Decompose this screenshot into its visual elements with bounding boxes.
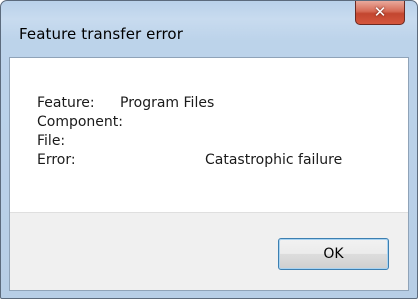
dialog-client-area: Feature: Program Files Component: File: … — [9, 57, 409, 291]
feature-label: Feature: — [37, 95, 95, 111]
error-dialog-window: Feature transfer error ✕ Feature: Progra… — [0, 0, 418, 299]
close-button[interactable]: ✕ — [355, 1, 405, 25]
error-value: Catastrophic failure — [205, 152, 343, 168]
button-bar: OK — [10, 212, 408, 290]
error-label: Error: — [37, 152, 76, 168]
title-bar[interactable]: Feature transfer error ✕ — [1, 1, 417, 57]
ok-button[interactable]: OK — [278, 238, 389, 270]
error-details: Feature: Program Files Component: File: … — [10, 58, 408, 208]
window-title: Feature transfer error — [19, 25, 183, 43]
feature-value: Program Files — [120, 95, 215, 111]
close-icon: ✕ — [373, 3, 387, 21]
component-label: Component: — [37, 114, 123, 130]
file-label: File: — [37, 133, 66, 149]
